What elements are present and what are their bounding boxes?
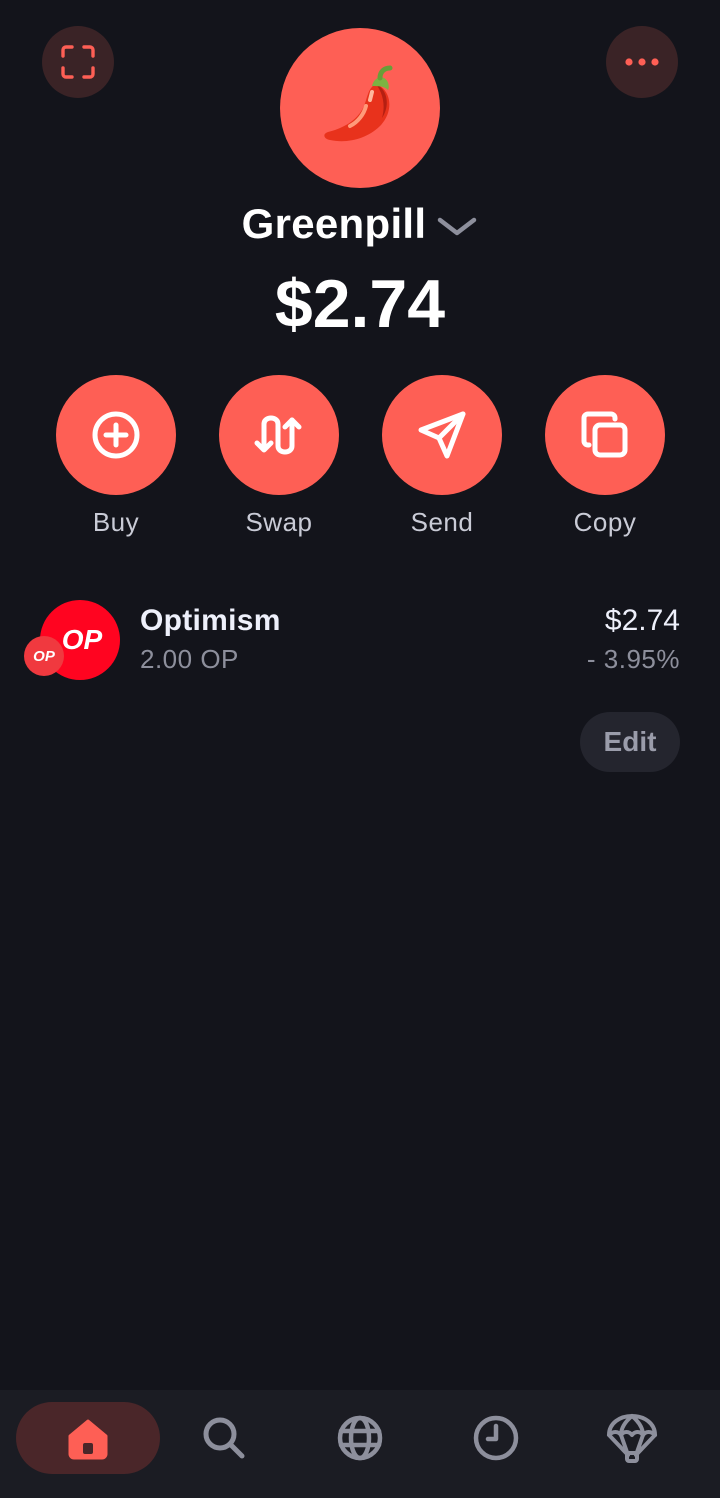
- more-horizontal-icon: [625, 58, 659, 66]
- nav-history[interactable]: [424, 1402, 568, 1474]
- scan-button[interactable]: [42, 26, 114, 98]
- buy-label: Buy: [92, 507, 140, 537]
- buy-button[interactable]: Buy: [56, 375, 176, 538]
- parachute-icon: [607, 1414, 657, 1463]
- nav-search[interactable]: [152, 1402, 296, 1474]
- swap-arrows-icon: [254, 415, 302, 455]
- bottom-navigation: [0, 1390, 720, 1498]
- copy-button[interactable]: Copy: [545, 375, 665, 538]
- nav-browser[interactable]: [288, 1402, 432, 1474]
- buy-button-circle[interactable]: [56, 375, 176, 495]
- chili-pepper-icon: [324, 65, 393, 142]
- edit-button[interactable]: Edit: [580, 712, 680, 772]
- token-amount: 2.00 OP: [140, 644, 239, 674]
- send-button-circle[interactable]: [382, 375, 502, 495]
- copy-icon: [581, 411, 628, 458]
- more-options-button[interactable]: [606, 26, 678, 98]
- token-price-change: - 3.95%: [586, 644, 680, 674]
- swap-button[interactable]: Swap: [219, 375, 339, 538]
- clock-icon: [473, 1415, 519, 1461]
- swap-button-circle[interactable]: [219, 375, 339, 495]
- chain-badge-text: OP: [33, 647, 55, 665]
- copy-label: Copy: [573, 507, 637, 537]
- search-icon: [203, 1417, 245, 1459]
- token-value: $2.74: [604, 604, 680, 637]
- nav-home[interactable]: [16, 1402, 160, 1474]
- account-selector[interactable]: Greenpill: [0, 196, 720, 252]
- edit-label: Edit: [603, 726, 657, 757]
- send-icon: [418, 411, 466, 459]
- scan-qr-icon: [61, 45, 95, 79]
- token-row-optimism[interactable]: OP OP Optimism 2.00 OP $2.74 - 3.95%: [24, 598, 680, 686]
- chain-badge-icon: OP: [24, 636, 64, 676]
- chevron-down-icon: [436, 216, 478, 238]
- account-name: Greenpill: [241, 200, 427, 247]
- globe-icon: [337, 1415, 383, 1461]
- nav-airdrop[interactable]: [560, 1402, 704, 1474]
- send-button[interactable]: Send: [382, 375, 502, 538]
- copy-button-circle[interactable]: [545, 375, 665, 495]
- total-balance: $2.74: [274, 266, 446, 342]
- token-name: Optimism: [140, 604, 281, 637]
- home-icon: [68, 1419, 108, 1460]
- account-avatar[interactable]: [280, 28, 440, 188]
- swap-label: Swap: [245, 507, 313, 537]
- plus-circle-icon: [92, 411, 140, 459]
- send-label: Send: [410, 507, 474, 537]
- token-logo-text: OP: [61, 624, 103, 655]
